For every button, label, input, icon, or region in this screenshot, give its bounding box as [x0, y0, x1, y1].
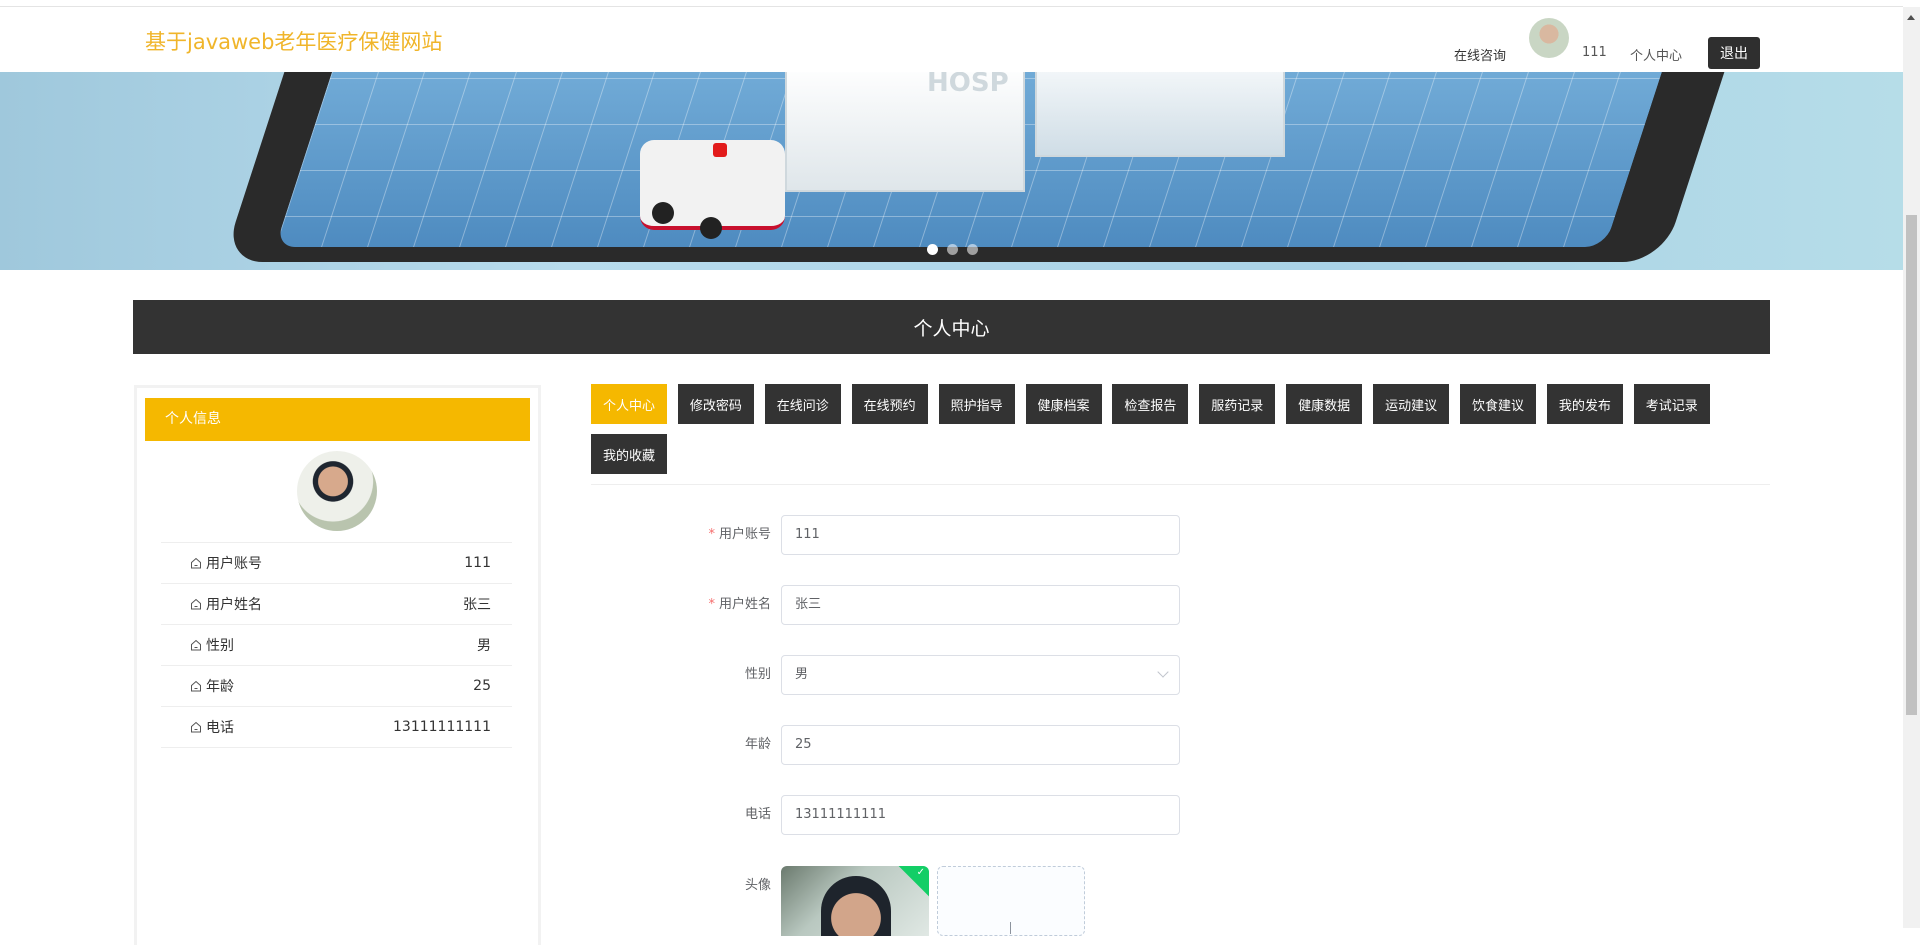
info-row: 年龄 25: [161, 665, 512, 706]
browser-top-edge: [0, 0, 1903, 7]
profile-avatar: [297, 451, 377, 531]
home-icon: [191, 680, 201, 692]
form-label: * 用户姓名: [651, 585, 771, 625]
info-row: 用户姓名 张三: [161, 583, 512, 624]
tab-8[interactable]: 健康数据: [1286, 384, 1363, 424]
scroll-up-arrow-icon[interactable]: [1907, 15, 1915, 20]
form-label: 性别: [651, 655, 771, 695]
tab-3[interactable]: 在线预约: [851, 384, 928, 424]
info-label: 用户账号: [206, 556, 262, 572]
tab-7[interactable]: 服药记录: [1199, 384, 1276, 424]
info-row: 性别 男: [161, 624, 512, 665]
input-value: 13111111111: [795, 807, 886, 822]
tab-5[interactable]: 健康档案: [1025, 384, 1102, 424]
info-value: 25: [473, 678, 491, 694]
info-label: 性别: [206, 638, 234, 654]
input-value: 111: [795, 527, 820, 542]
tab-6[interactable]: 检查报告: [1112, 384, 1189, 424]
banner-hospital-building: HOSP: [785, 72, 1025, 192]
ambulance-siren: [713, 143, 727, 157]
form-label: * 用户账号: [651, 515, 771, 555]
tab-1[interactable]: 修改密码: [677, 384, 754, 424]
form-input[interactable]: 张三: [781, 585, 1180, 625]
page-title: 个人中心: [133, 300, 1770, 354]
form-input[interactable]: 111: [781, 515, 1180, 555]
tab-4[interactable]: 照护指导: [938, 384, 1015, 424]
hospital-sign: HOSP: [927, 72, 1009, 98]
tab-0[interactable]: 个人中心: [591, 384, 667, 424]
form-label-text: 年龄: [744, 737, 771, 752]
carousel-dot-2[interactable]: [947, 244, 958, 255]
gender-select[interactable]: 男: [781, 655, 1180, 695]
uploaded-avatar-thumbnail[interactable]: ✓: [781, 866, 929, 936]
banner-building-wing: [1035, 72, 1285, 157]
info-divider: [161, 747, 512, 748]
site-title[interactable]: 基于javaweb老年医疗保健网站: [145, 26, 442, 56]
info-label: 年龄: [206, 679, 234, 695]
info-row: 用户账号 111: [161, 542, 512, 583]
tabs-divider: [591, 484, 1770, 485]
avatar-photo: [821, 876, 891, 936]
carousel-dot-3[interactable]: [967, 244, 978, 255]
ambulance-wheel: [700, 217, 722, 239]
input-value: 张三: [795, 597, 822, 612]
plus-icon: [1010, 922, 1011, 934]
ambulance-wheel: [652, 202, 674, 224]
info-value: 张三: [463, 597, 491, 613]
form-label-text: 性别: [744, 667, 771, 682]
info-label: 用户姓名: [206, 597, 262, 613]
info-value: 男: [477, 638, 491, 654]
check-icon: ✓: [916, 867, 925, 878]
form-label: 电话: [651, 795, 771, 835]
tab-13[interactable]: 我的收藏: [591, 434, 667, 474]
banner-carousel[interactable]: HOSP: [0, 72, 1903, 270]
form-input[interactable]: 13111111111: [781, 795, 1180, 835]
info-value: 13111111111: [393, 719, 491, 735]
info-row: 电话 13111111111: [161, 706, 512, 747]
tab-10[interactable]: 饮食建议: [1460, 384, 1536, 424]
input-value: 25: [795, 737, 812, 752]
nav-username: 111: [1582, 45, 1607, 60]
home-icon: [191, 639, 201, 651]
chevron-down-icon: [1157, 666, 1169, 678]
tab-12[interactable]: 考试记录: [1633, 384, 1710, 424]
form-input[interactable]: 25: [781, 725, 1180, 765]
form-label: 年龄: [651, 725, 771, 765]
scrollbar-thumb[interactable]: [1906, 215, 1917, 715]
tab-9[interactable]: 运动建议: [1373, 384, 1450, 424]
logout-button[interactable]: 退出: [1708, 37, 1760, 69]
profile-panel-heading: 个人信息: [145, 398, 530, 441]
home-icon: [191, 557, 201, 569]
tab-2[interactable]: 在线问诊: [764, 384, 841, 424]
required-mark: *: [708, 527, 715, 542]
form-label-text: 电话: [744, 807, 771, 822]
carousel-dot-1[interactable]: [927, 244, 938, 255]
form-label-text: 用户姓名: [718, 597, 771, 612]
home-icon: [191, 598, 201, 610]
info-label: 电话: [206, 720, 234, 736]
input-value: 男: [795, 667, 809, 682]
home-icon: [191, 721, 201, 733]
form-label-text: 用户账号: [718, 527, 771, 542]
scrollbar[interactable]: [1903, 7, 1920, 928]
required-mark: *: [708, 597, 715, 612]
user-avatar[interactable]: [1529, 18, 1569, 58]
upload-add-button[interactable]: [937, 866, 1085, 936]
info-value: 111: [464, 555, 491, 571]
tab-11[interactable]: 我的发布: [1546, 384, 1623, 424]
avatar-label: 头像: [744, 878, 771, 893]
nav-personal-center[interactable]: 个人中心: [1630, 45, 1682, 64]
nav-online-consult[interactable]: 在线咨询: [1454, 45, 1506, 64]
